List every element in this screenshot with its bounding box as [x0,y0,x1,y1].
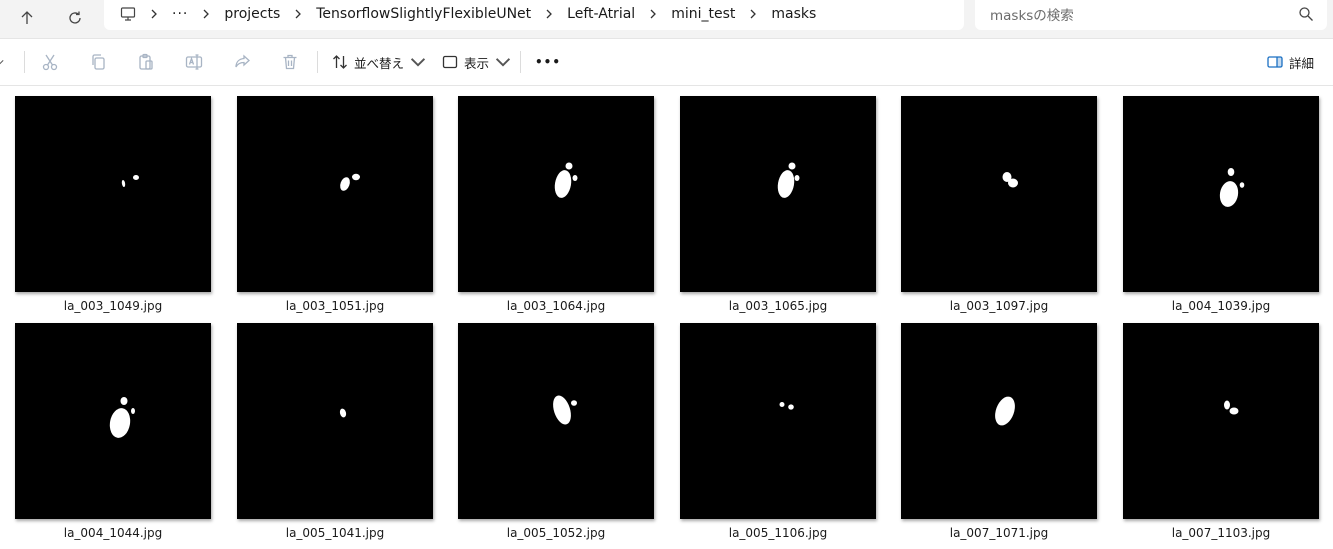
file-thumbnail[interactable] [1123,96,1319,292]
chevron-right-icon[interactable] [140,0,168,28]
file-name[interactable]: la_003_1051.jpg [237,299,433,313]
chevron-right-icon[interactable] [639,0,667,28]
view-icon [442,55,458,69]
breadcrumb-item-unet[interactable]: TensorflowSlightlyFlexibleUNet [312,6,535,22]
breadcrumb-path: ··· projects TensorflowSlightlyFlexibleU… [116,0,820,28]
sort-label: 並べ替え [354,55,405,71]
more-crumbs-button[interactable]: ··· [168,6,192,22]
file-thumbnail[interactable] [901,96,1097,292]
file-thumbnail[interactable] [680,323,876,519]
up-arrow-icon[interactable] [12,4,42,32]
chevron-right-icon[interactable] [284,0,312,28]
breadcrumb-item-projects[interactable]: projects [220,6,284,22]
refresh-icon[interactable] [60,4,90,32]
file-name[interactable]: la_007_1071.jpg [901,526,1097,540]
search-input[interactable] [988,4,1292,28]
file-name[interactable]: la_004_1044.jpg [15,526,211,540]
chevron-down-icon[interactable] [0,49,8,75]
breadcrumb-item-masks[interactable]: masks [767,6,820,22]
paste-icon[interactable] [133,49,159,75]
file-name[interactable]: la_005_1041.jpg [237,526,433,540]
mask-image [1219,168,1245,207]
file-thumbnail[interactable] [458,96,654,292]
file-thumbnail[interactable] [15,96,211,292]
mask-image [995,396,1015,426]
search-icon[interactable] [1298,6,1314,22]
divider [317,51,318,73]
details-pane-icon [1267,56,1283,68]
breadcrumb-item-mini-test[interactable]: mini_test [667,6,739,22]
mask-image [553,395,577,425]
sort-button[interactable]: 並べ替え [332,49,426,75]
file-name[interactable]: la_003_1049.jpg [15,299,211,313]
file-name[interactable]: la_003_1065.jpg [680,299,876,313]
share-icon[interactable] [229,49,255,75]
file-thumbnail[interactable] [15,323,211,519]
chevron-right-icon[interactable] [192,0,220,28]
mask-image [121,175,139,188]
rename-icon[interactable] [181,49,207,75]
delete-icon[interactable] [277,49,303,75]
mask-image [1224,400,1239,415]
more-options-button[interactable]: ••• [535,49,561,75]
copy-icon[interactable] [85,49,111,75]
details-button[interactable]: 詳細 [1267,49,1314,75]
file-thumbnail[interactable] [680,96,876,292]
file-name[interactable]: la_004_1039.jpg [1123,299,1319,313]
mask-image [554,162,578,198]
file-thumbnail[interactable] [237,96,433,292]
breadcrumb-item-left-atrial[interactable]: Left-Atrial [563,6,639,22]
chevron-right-icon[interactable] [739,0,767,28]
command-bar: 並べ替え 表示 ••• 詳細 [0,38,1333,86]
view-button[interactable]: 表示 [442,49,511,75]
file-thumbnail[interactable] [237,323,433,519]
file-name[interactable]: la_007_1103.jpg [1123,526,1319,540]
file-thumbnail[interactable] [1123,323,1319,519]
sort-icon [333,55,347,69]
divider [520,51,521,73]
file-name[interactable]: la_003_1097.jpg [901,299,1097,313]
chevron-right-icon[interactable] [535,0,563,28]
mask-image [1002,172,1018,188]
cut-icon[interactable] [37,49,63,75]
chevron-down-icon [495,58,511,67]
mask-image [109,397,135,438]
divider [24,51,25,73]
file-name[interactable]: la_005_1052.jpg [458,526,654,540]
file-thumbnail[interactable] [901,323,1097,519]
mask-image [339,408,347,418]
file-name[interactable]: la_005_1106.jpg [680,526,876,540]
view-label: 表示 [464,55,490,71]
computer-icon[interactable] [116,0,140,28]
address-bar: ··· projects TensorflowSlightlyFlexibleU… [0,0,1333,38]
details-label: 詳細 [1289,55,1315,71]
file-name[interactable]: la_003_1064.jpg [458,299,654,313]
file-thumbnail[interactable] [458,323,654,519]
mask-image [779,402,794,410]
mask-image [777,162,800,198]
mask-image [340,173,360,191]
chevron-down-icon [410,58,426,67]
